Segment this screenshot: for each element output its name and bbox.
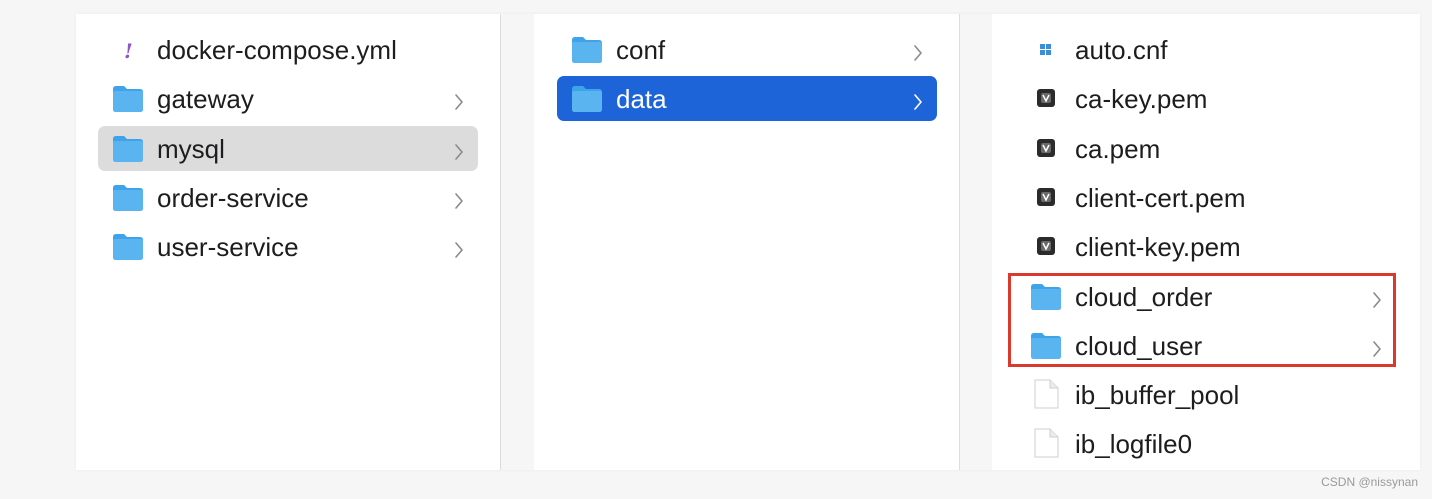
folder-row[interactable]: data <box>557 76 937 121</box>
chevron-right-icon <box>454 235 464 258</box>
folder-row[interactable]: mysql <box>98 126 478 171</box>
item-label: user-service <box>157 232 299 262</box>
chevron-right-icon <box>913 87 923 110</box>
folder-row[interactable]: gateway <box>98 76 478 121</box>
folder-icon <box>571 34 603 64</box>
folder-icon <box>112 133 144 163</box>
folder-row[interactable]: order-service <box>98 175 478 220</box>
item-label: docker-compose.yml <box>157 35 397 65</box>
item-label: ib_buffer_pool <box>1075 380 1240 410</box>
column-gap <box>960 14 992 470</box>
folder-row[interactable]: cloud_user <box>1016 323 1396 368</box>
certificate-file-icon <box>1030 182 1062 212</box>
folder-row[interactable]: conf <box>557 27 937 72</box>
certificate-file-icon <box>1030 83 1062 113</box>
chevron-right-icon <box>454 87 464 110</box>
item-label: client-key.pem <box>1075 232 1241 262</box>
file-row[interactable]: ca-key.pem <box>1016 76 1396 121</box>
file-row[interactable]: ib_buffer_pool <box>1016 372 1396 417</box>
item-label: data <box>616 84 667 114</box>
folder-row[interactable]: user-service <box>98 224 478 269</box>
chevron-right-icon <box>913 38 923 61</box>
folder-icon <box>112 83 144 113</box>
chevron-right-icon <box>1372 334 1382 357</box>
file-row[interactable]: ! docker-compose.yml <box>98 27 478 72</box>
chevron-right-icon <box>1372 285 1382 308</box>
folder-icon <box>112 182 144 212</box>
item-label: ib_logfile0 <box>1075 429 1193 459</box>
item-label: auto.cnf <box>1075 35 1168 65</box>
file-row[interactable]: client-key.pem <box>1016 224 1396 269</box>
watermark: CSDN @nissynan <box>1321 475 1418 489</box>
item-label: gateway <box>157 84 254 114</box>
certificate-file-icon <box>1030 231 1062 261</box>
item-label: ca.pem <box>1075 134 1161 164</box>
finder-window: ! docker-compose.yml gateway mysql order… <box>76 14 1420 470</box>
yaml-file-icon: ! <box>112 34 144 64</box>
item-label: mysql <box>157 134 225 164</box>
certificate-file-icon <box>1030 133 1062 163</box>
chevron-right-icon <box>454 186 464 209</box>
file-row[interactable]: auto.cnf <box>1016 27 1396 72</box>
cnf-file-icon <box>1030 34 1062 64</box>
file-row[interactable]: ib_logfile0 <box>1016 421 1396 466</box>
item-label: ca-key.pem <box>1075 84 1208 114</box>
item-label: conf <box>616 35 666 65</box>
svg-text:!: ! <box>124 39 133 63</box>
folder-icon <box>112 231 144 261</box>
item-label: cloud_user <box>1075 331 1203 361</box>
item-label: order-service <box>157 183 309 213</box>
item-label: cloud_order <box>1075 282 1213 312</box>
chevron-right-icon <box>454 137 464 160</box>
folder-row[interactable]: cloud_order <box>1016 274 1396 319</box>
folder-icon <box>1030 330 1062 360</box>
blank-file-icon <box>1030 379 1062 409</box>
folder-icon <box>571 83 603 113</box>
folder-icon <box>1030 281 1062 311</box>
item-label: client-cert.pem <box>1075 183 1246 213</box>
file-row[interactable]: ca.pem <box>1016 126 1396 171</box>
column-gap <box>501 14 534 470</box>
blank-file-icon <box>1030 428 1062 458</box>
file-row[interactable]: client-cert.pem <box>1016 175 1396 220</box>
